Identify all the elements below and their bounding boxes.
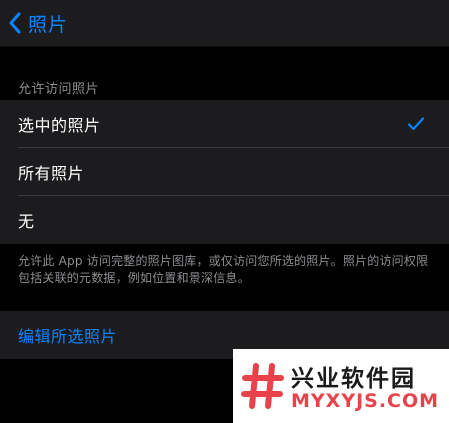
watermark-title: 兴业软件园: [291, 366, 416, 392]
option-none[interactable]: 无: [0, 196, 449, 244]
navbar-divider: [0, 46, 449, 47]
photos-permission-screen: 照片 允许访问照片 选中的照片 所有照片 无 允许此 App 访问完整的照片图库…: [0, 0, 449, 423]
watermark: 兴业软件园 MYXYJS.COM: [233, 349, 449, 423]
edit-selected-photos-label: 编辑所选照片: [18, 327, 118, 346]
back-button-label: 照片: [28, 13, 69, 36]
hashtag-logo-icon: [241, 358, 285, 414]
option-label: 选中的照片: [18, 116, 101, 135]
section-header: 允许访问照片: [18, 82, 100, 97]
watermark-subtitle: MYXYJS.COM: [291, 390, 440, 412]
section-footer: 允许此 App 访问完整的照片图库，或仅访问您所选的照片。照片的访问权限包括关联…: [18, 254, 429, 285]
option-all-photos[interactable]: 所有照片: [0, 148, 449, 196]
option-label: 所有照片: [18, 164, 85, 183]
back-button[interactable]: 照片: [0, 0, 68, 46]
option-label: 无: [18, 212, 35, 231]
option-selected-photos[interactable]: 选中的照片: [0, 100, 449, 148]
access-options-group: 选中的照片 所有照片 无: [0, 100, 449, 244]
chevron-left-icon: [9, 12, 21, 34]
navigation-bar: 照片: [0, 0, 449, 46]
checkmark-icon: [407, 117, 425, 131]
